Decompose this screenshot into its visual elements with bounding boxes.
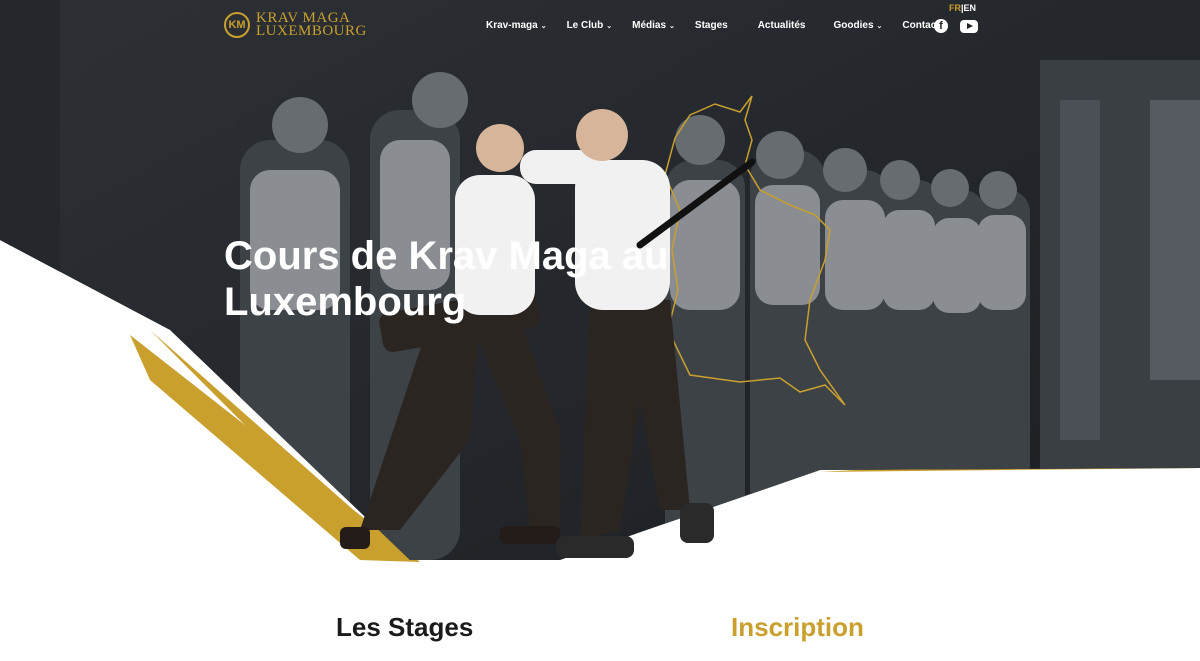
chevron-down-icon: ⌄: [540, 22, 547, 30]
nav-item-medias[interactable]: Médias ⌄: [632, 20, 675, 31]
brand-line2: LUXEMBOURG: [256, 23, 367, 39]
hero-title-line2: Luxembourg: [224, 280, 467, 324]
chevron-down-icon: ⌄: [669, 22, 675, 30]
nav-label: Goodies: [833, 20, 874, 31]
nav-item-stages[interactable]: Stages: [695, 20, 728, 31]
chevron-down-icon: ⌄: [876, 22, 883, 30]
nav-label: Actualités: [757, 20, 806, 31]
hero: KM KRAV MAGA LUXEMBOURG Krav-maga ⌄ Le C…: [0, 0, 1200, 661]
nav-label: Le Club: [566, 20, 604, 31]
hero-title-line1: Cours de Krav Maga au: [224, 234, 669, 278]
inscription-heading[interactable]: Inscription: [731, 612, 864, 643]
lang-en[interactable]: EN: [964, 3, 977, 13]
hero-background: [0, 0, 1200, 562]
brand-logo[interactable]: KM KRAV MAGA LUXEMBOURG: [224, 11, 367, 39]
stages-heading: Les Stages: [336, 612, 474, 642]
nav-label: Krav-maga: [486, 20, 538, 31]
chevron-down-icon: ⌄: [606, 22, 613, 30]
youtube-icon[interactable]: [960, 19, 978, 33]
nav-item-krav-maga[interactable]: Krav-maga ⌄: [486, 20, 547, 31]
facebook-icon[interactable]: f: [934, 19, 948, 33]
nav-label: Médias: [632, 20, 667, 31]
language-switcher: FR|EN: [949, 3, 976, 13]
main-nav: Krav-maga ⌄ Le Club ⌄ Médias ⌄ Stages Ac…: [486, 20, 960, 31]
nav-item-goodies[interactable]: Goodies ⌄: [834, 20, 883, 31]
social-links: f: [934, 19, 978, 33]
lang-fr[interactable]: FR: [949, 3, 961, 13]
hero-title: Cours de Krav Maga au Luxembourg: [224, 233, 744, 325]
brand-name: KRAV MAGA LUXEMBOURG: [256, 11, 367, 39]
nav-label: Stages: [694, 20, 728, 31]
nav-item-le-club[interactable]: Le Club ⌄: [567, 20, 613, 31]
logo-emblem-icon: KM: [224, 12, 250, 38]
nav-item-actualites[interactable]: Actualités: [758, 20, 806, 31]
